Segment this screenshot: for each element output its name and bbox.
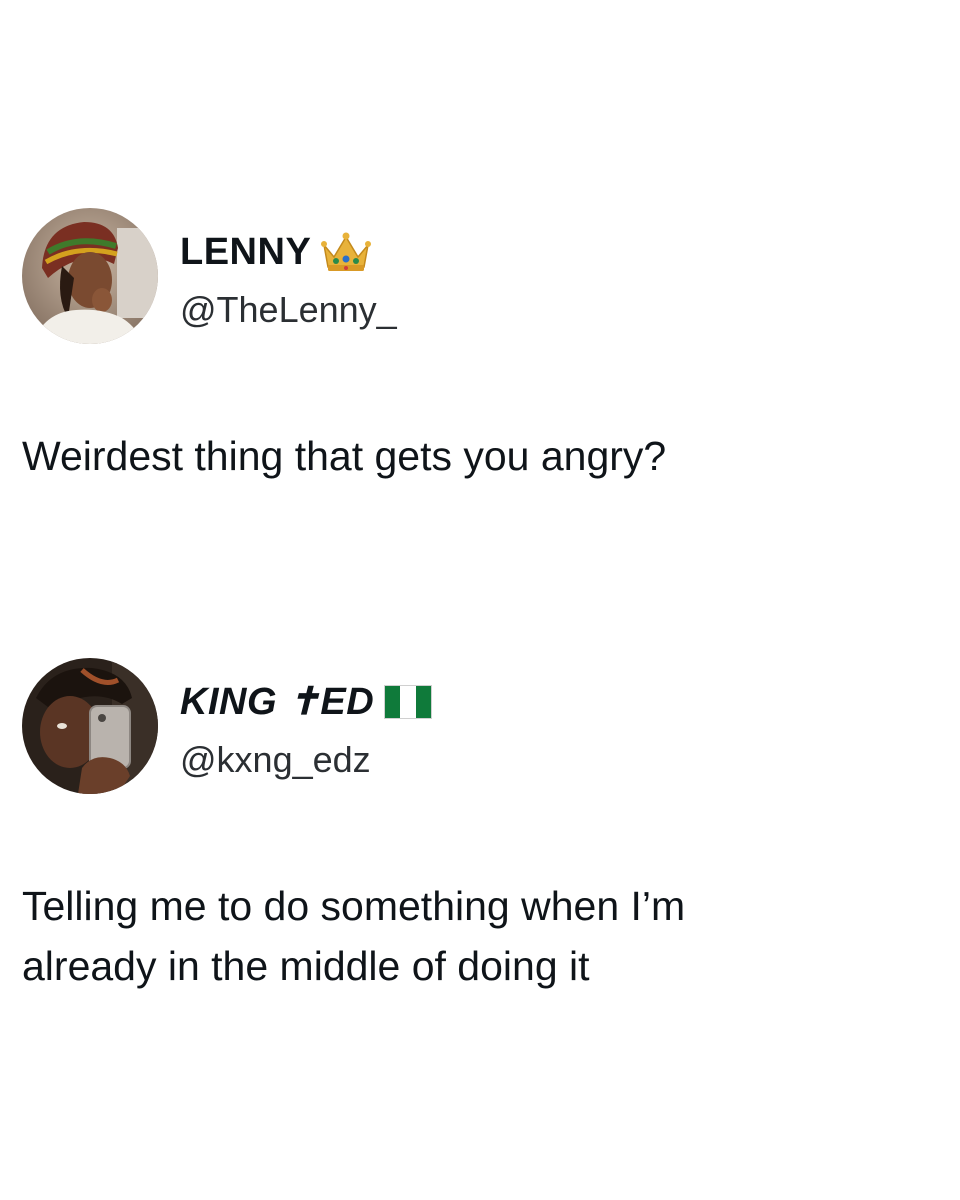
crown-icon <box>321 231 372 273</box>
avatar[interactable] <box>22 658 158 794</box>
display-name[interactable]: KING ✝ED <box>180 680 374 724</box>
name-row: LENNY <box>180 230 372 274</box>
user-handle[interactable]: @kxng_edz <box>180 738 371 782</box>
tweet-text-line: already in the middle of doing it <box>22 943 590 989</box>
avatar[interactable] <box>22 208 158 344</box>
nigeria-flag-icon <box>384 685 433 719</box>
tweet-text: Weirdest thing that gets you angry? <box>22 426 922 486</box>
tweet-text-line: Telling me to do something when I’m <box>22 883 686 929</box>
user-handle[interactable]: @TheLenny_ <box>180 288 397 332</box>
display-name[interactable]: LENNY <box>180 230 311 274</box>
name-row: KING ✝ED <box>180 680 433 724</box>
tweet-text: Telling me to do something when I’m alre… <box>22 876 922 996</box>
tweet-text-line: Weirdest thing that gets you angry? <box>22 433 667 479</box>
